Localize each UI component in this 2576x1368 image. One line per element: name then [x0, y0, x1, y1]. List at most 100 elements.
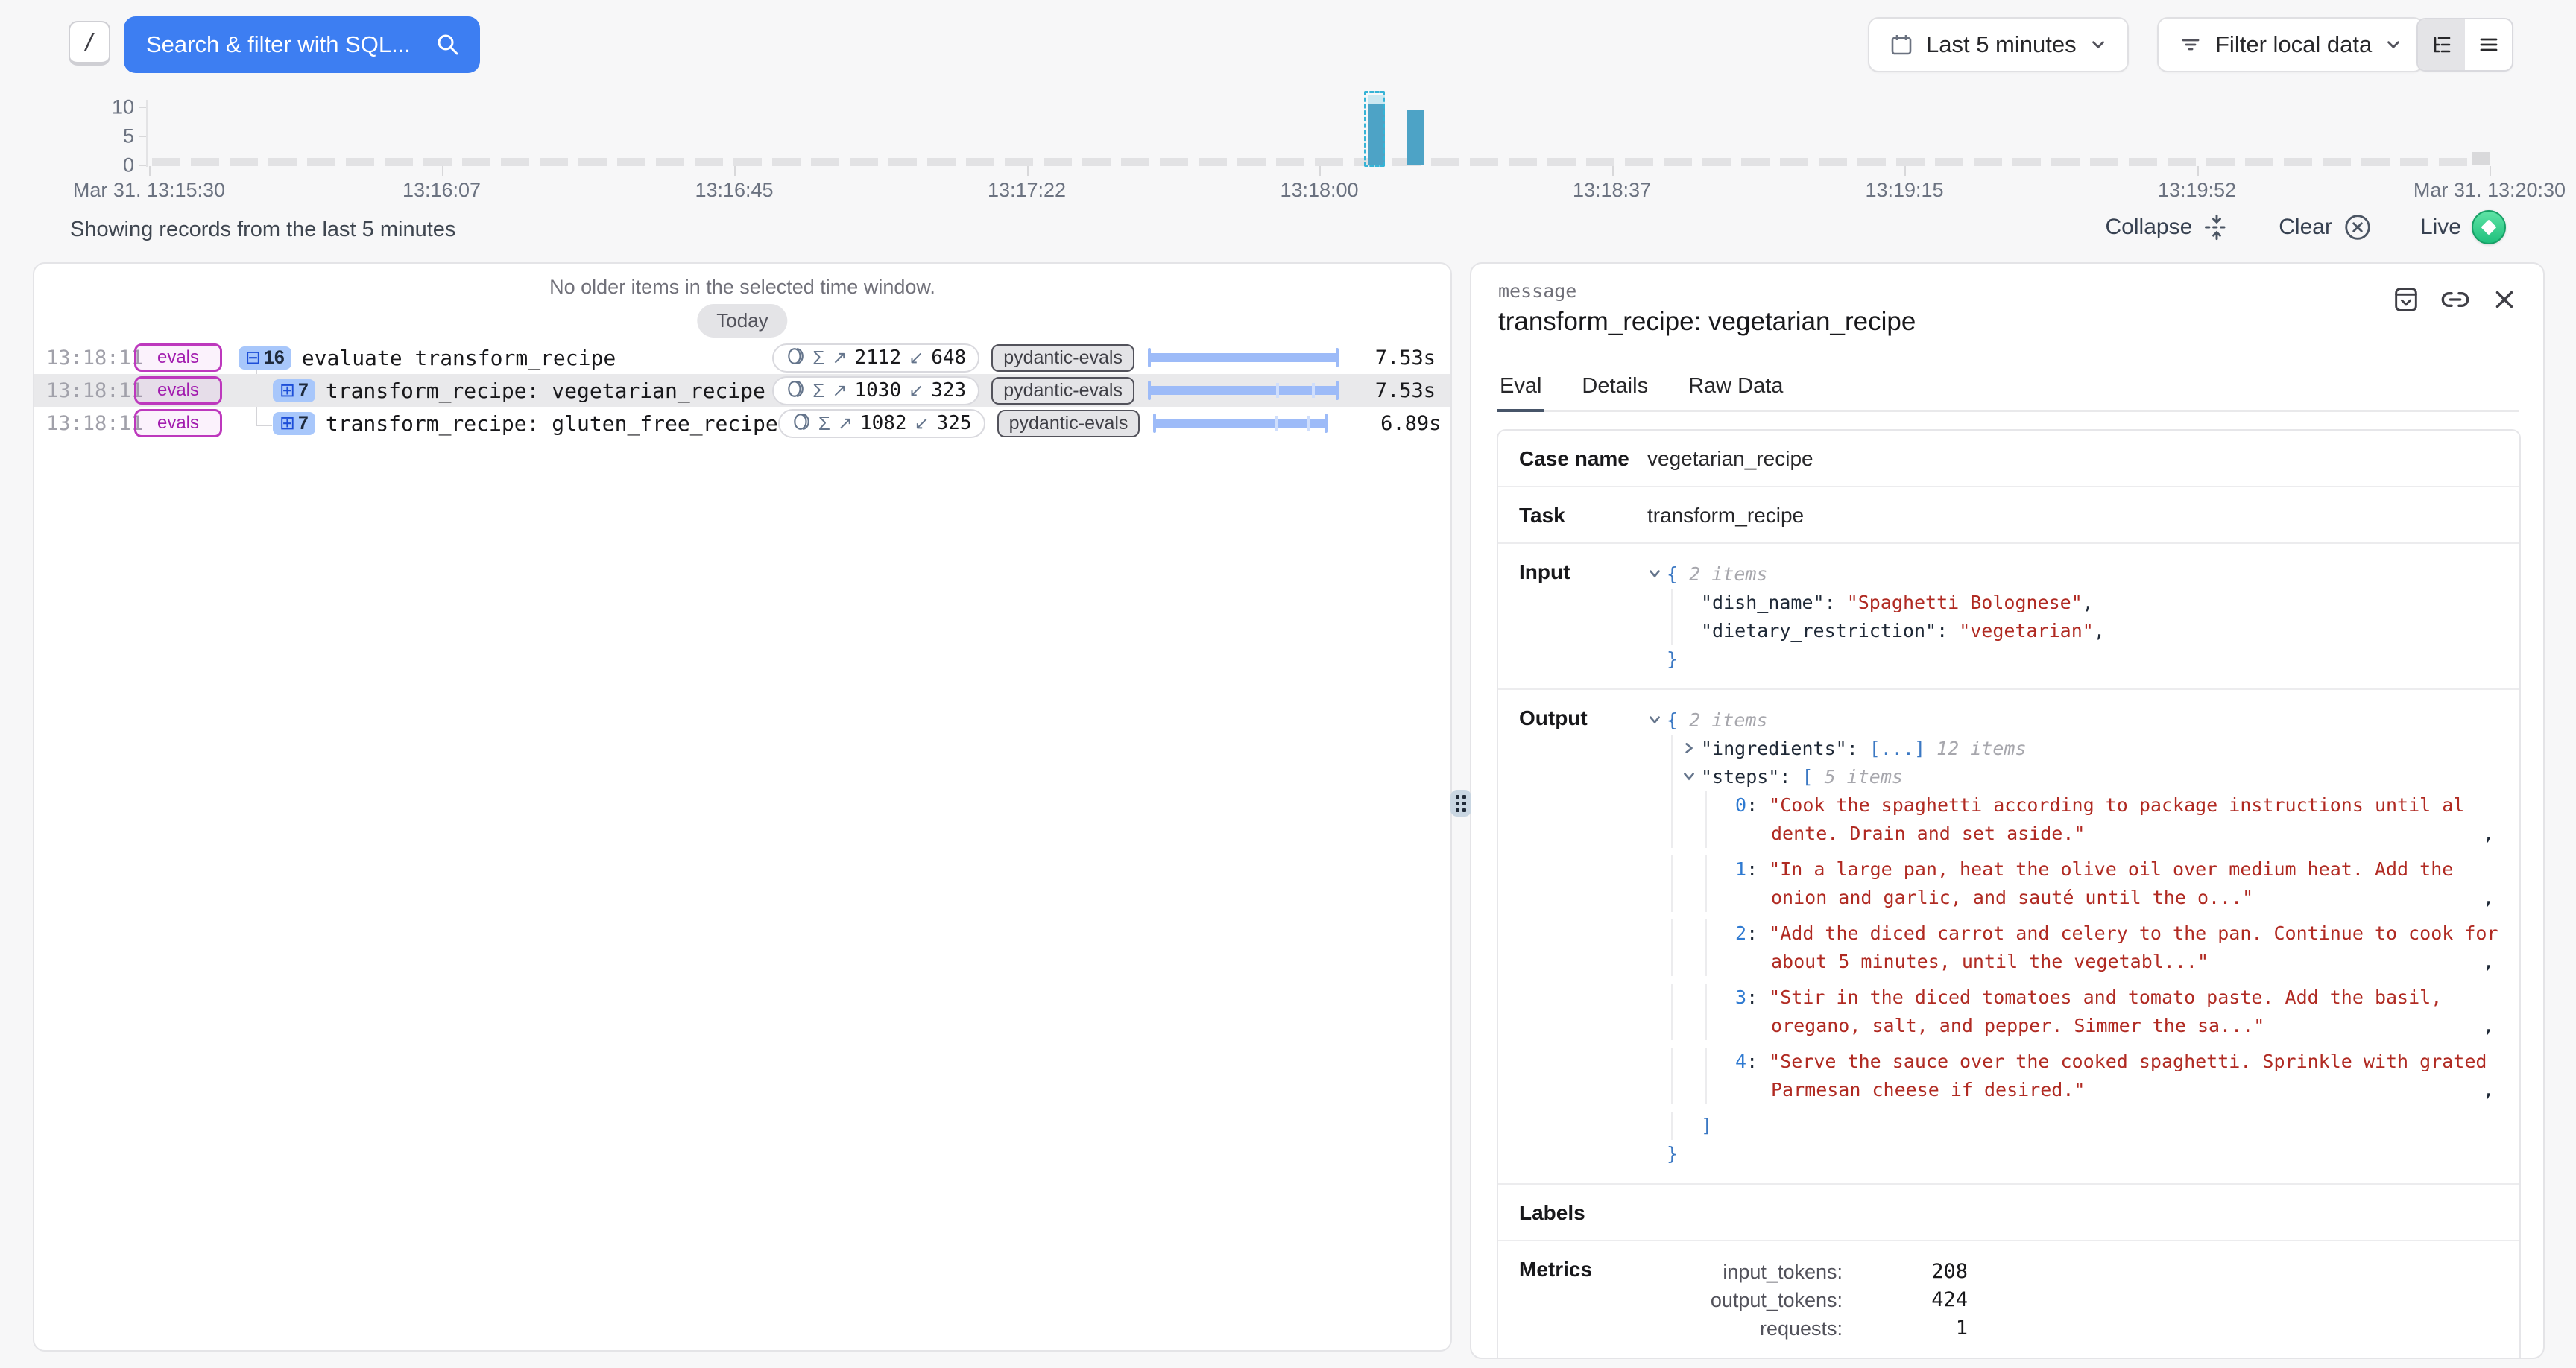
close-icon[interactable] [2488, 283, 2521, 316]
empty-bucket-dash [2245, 158, 2273, 166]
token-usage-pill[interactable]: Σ↗1030↙323 [772, 376, 979, 405]
json-token-pln: : [1936, 620, 1959, 642]
environment-badge[interactable]: evals [134, 343, 222, 372]
trace-list-panel: No older items in the selected time wind… [33, 262, 1452, 1352]
json-token-cnt: 2 items [1689, 563, 1767, 585]
collapse-button[interactable]: Collapse [2106, 213, 2232, 241]
statusbar: Showing records from the last 5 minutes … [0, 207, 2576, 255]
trace-row[interactable]: 13:18:11evals⊟16evaluate transform_recip… [34, 341, 1450, 374]
chevron-down-icon[interactable] [1647, 712, 1667, 727]
empty-bucket-dash [617, 158, 645, 166]
empty-bucket-dash [540, 158, 568, 166]
service-tag[interactable]: pydantic-evals [991, 344, 1134, 372]
metrics-row: Metrics input_tokens:208output_tokens:42… [1498, 1241, 2519, 1359]
time-range-dropdown[interactable]: Last 5 minutes [1868, 17, 2129, 72]
list-view-toggle[interactable] [2465, 19, 2512, 70]
empty-bucket-dash [1199, 158, 1227, 166]
tab-eval[interactable]: Eval [1497, 374, 1544, 412]
metric-name: output_tokens: [1647, 1286, 1843, 1314]
search-icon [435, 32, 461, 57]
service-tag[interactable]: pydantic-evals [997, 410, 1140, 437]
x-axis-tick-label: 13:18:00 [1280, 179, 1358, 202]
json-token-str: "In a large pan, heat the olive oil over… [1769, 858, 2453, 908]
empty-bucket-dash [927, 158, 956, 166]
json-token-cnt: 12 items [1925, 738, 2026, 759]
json-token-punc: { [1667, 709, 1689, 731]
empty-bucket-dash [1935, 158, 1963, 166]
chevron-down-icon[interactable] [1682, 769, 1701, 784]
tab-details[interactable]: Details [1579, 374, 1651, 412]
metric-value: 424 [1843, 1286, 1968, 1314]
empty-bucket-dash [2400, 158, 2428, 166]
live-toggle-label: Live [2420, 215, 2461, 240]
empty-bucket-dash [1237, 158, 1266, 166]
metric-value: 208 [1843, 1258, 1968, 1286]
json-token-key: "ingredients" [1701, 738, 1847, 759]
environment-badge[interactable]: evals [134, 409, 222, 437]
trace-row[interactable]: 13:18:11evals⊞7transform_recipe: vegetar… [34, 374, 1450, 407]
token-usage-pill[interactable]: Σ↗2112↙648 [772, 343, 979, 373]
clear-button[interactable]: Clear [2279, 212, 2373, 242]
span-count: 7 [298, 380, 309, 402]
token-usage-pill[interactable]: Σ↗1082↙325 [778, 409, 985, 438]
empty-bucket-dash [1276, 158, 1304, 166]
labels-row: Labels [1498, 1185, 2519, 1241]
span-count-pill[interactable]: ⊞7 [273, 412, 315, 435]
span-count-pill[interactable]: ⊟16 [239, 346, 291, 370]
tree-view-toggle[interactable] [2418, 19, 2465, 70]
list-tree-icon [2430, 33, 2454, 57]
duration-bar-tick [1307, 416, 1310, 431]
search-button[interactable]: Search & filter with SQL... [124, 16, 480, 73]
y-axis-tick [139, 165, 146, 166]
trace-row[interactable]: 13:18:11evals⊞7transform_recipe: gluten_… [34, 407, 1450, 440]
live-toggle[interactable]: Live [2420, 210, 2506, 244]
environment-badge[interactable]: evals [134, 376, 222, 405]
json-token-pln: : [1746, 922, 1769, 944]
empty-bucket-dash [462, 158, 490, 166]
live-indicator-icon [2472, 210, 2506, 244]
topbar: / Search & filter with SQL... Last 5 min… [0, 0, 2576, 89]
duration-bar-tick [1312, 383, 1315, 398]
span-count-pill[interactable]: ⊞7 [273, 379, 315, 402]
x-axis-tick [1612, 166, 1614, 176]
chevron-down-icon [2384, 35, 2403, 54]
clear-circle-x-icon [2343, 212, 2373, 242]
json-token-str: "vegetarian" [1959, 620, 2094, 642]
filter-local-data-dropdown[interactable]: Filter local data [2157, 17, 2424, 72]
panel-resize-handle[interactable] [1450, 790, 1471, 817]
json-token-pln: , [2083, 592, 2094, 613]
metrics-label: Metrics [1519, 1256, 1647, 1343]
chevron-right-icon[interactable] [1682, 741, 1701, 756]
empty-bucket-dash [2168, 158, 2196, 166]
empty-bucket-dash [2361, 158, 2390, 166]
duration-value: 7.53s [1352, 346, 1436, 370]
empty-bucket-dash [695, 158, 723, 166]
dock-panel-icon[interactable] [2390, 283, 2422, 316]
view-mode-toggle [2416, 18, 2513, 72]
metric-row: requests:1 [1647, 1314, 2498, 1343]
empty-bucket-dash [1005, 158, 1033, 166]
json-line: 1: "In a large pan, heat the olive oil o… [1647, 855, 2498, 912]
json-token-str: "Stir in the diced tomatoes and tomato p… [1769, 987, 2442, 1036]
json-trailing-comma: , [2483, 884, 2494, 912]
service-tag[interactable]: pydantic-evals [991, 377, 1134, 405]
x-axis-tick [1904, 166, 1906, 176]
x-axis-tick [149, 166, 151, 176]
output-row: Output { 2 items"ingredients": [...] 12 … [1498, 690, 2519, 1185]
empty-bucket-dash [811, 158, 839, 166]
empty-bucket-dash [1121, 158, 1149, 166]
histogram-bar[interactable] [1407, 110, 1424, 165]
copy-link-icon[interactable] [2439, 283, 2472, 316]
collapse-box-icon: ⊟ [245, 349, 261, 367]
tab-raw-data[interactable]: Raw Data [1685, 374, 1786, 412]
x-axis-tick-label: Mar 31. 13:15:30 [73, 179, 225, 202]
json-token-key: "dish_name" [1701, 592, 1825, 613]
showing-records-text: Showing records from the last 5 minutes [70, 218, 455, 242]
trace-name-region: ⊟16evaluate transform_recipe [239, 346, 616, 370]
token-coin-icon [792, 412, 811, 435]
empty-bucket-dash [888, 158, 917, 166]
histogram-selection-outline [1364, 91, 1385, 167]
chevron-down-icon[interactable] [1647, 566, 1667, 581]
x-axis-tick [734, 166, 736, 176]
y-axis-tick-label: 5 [123, 125, 134, 148]
